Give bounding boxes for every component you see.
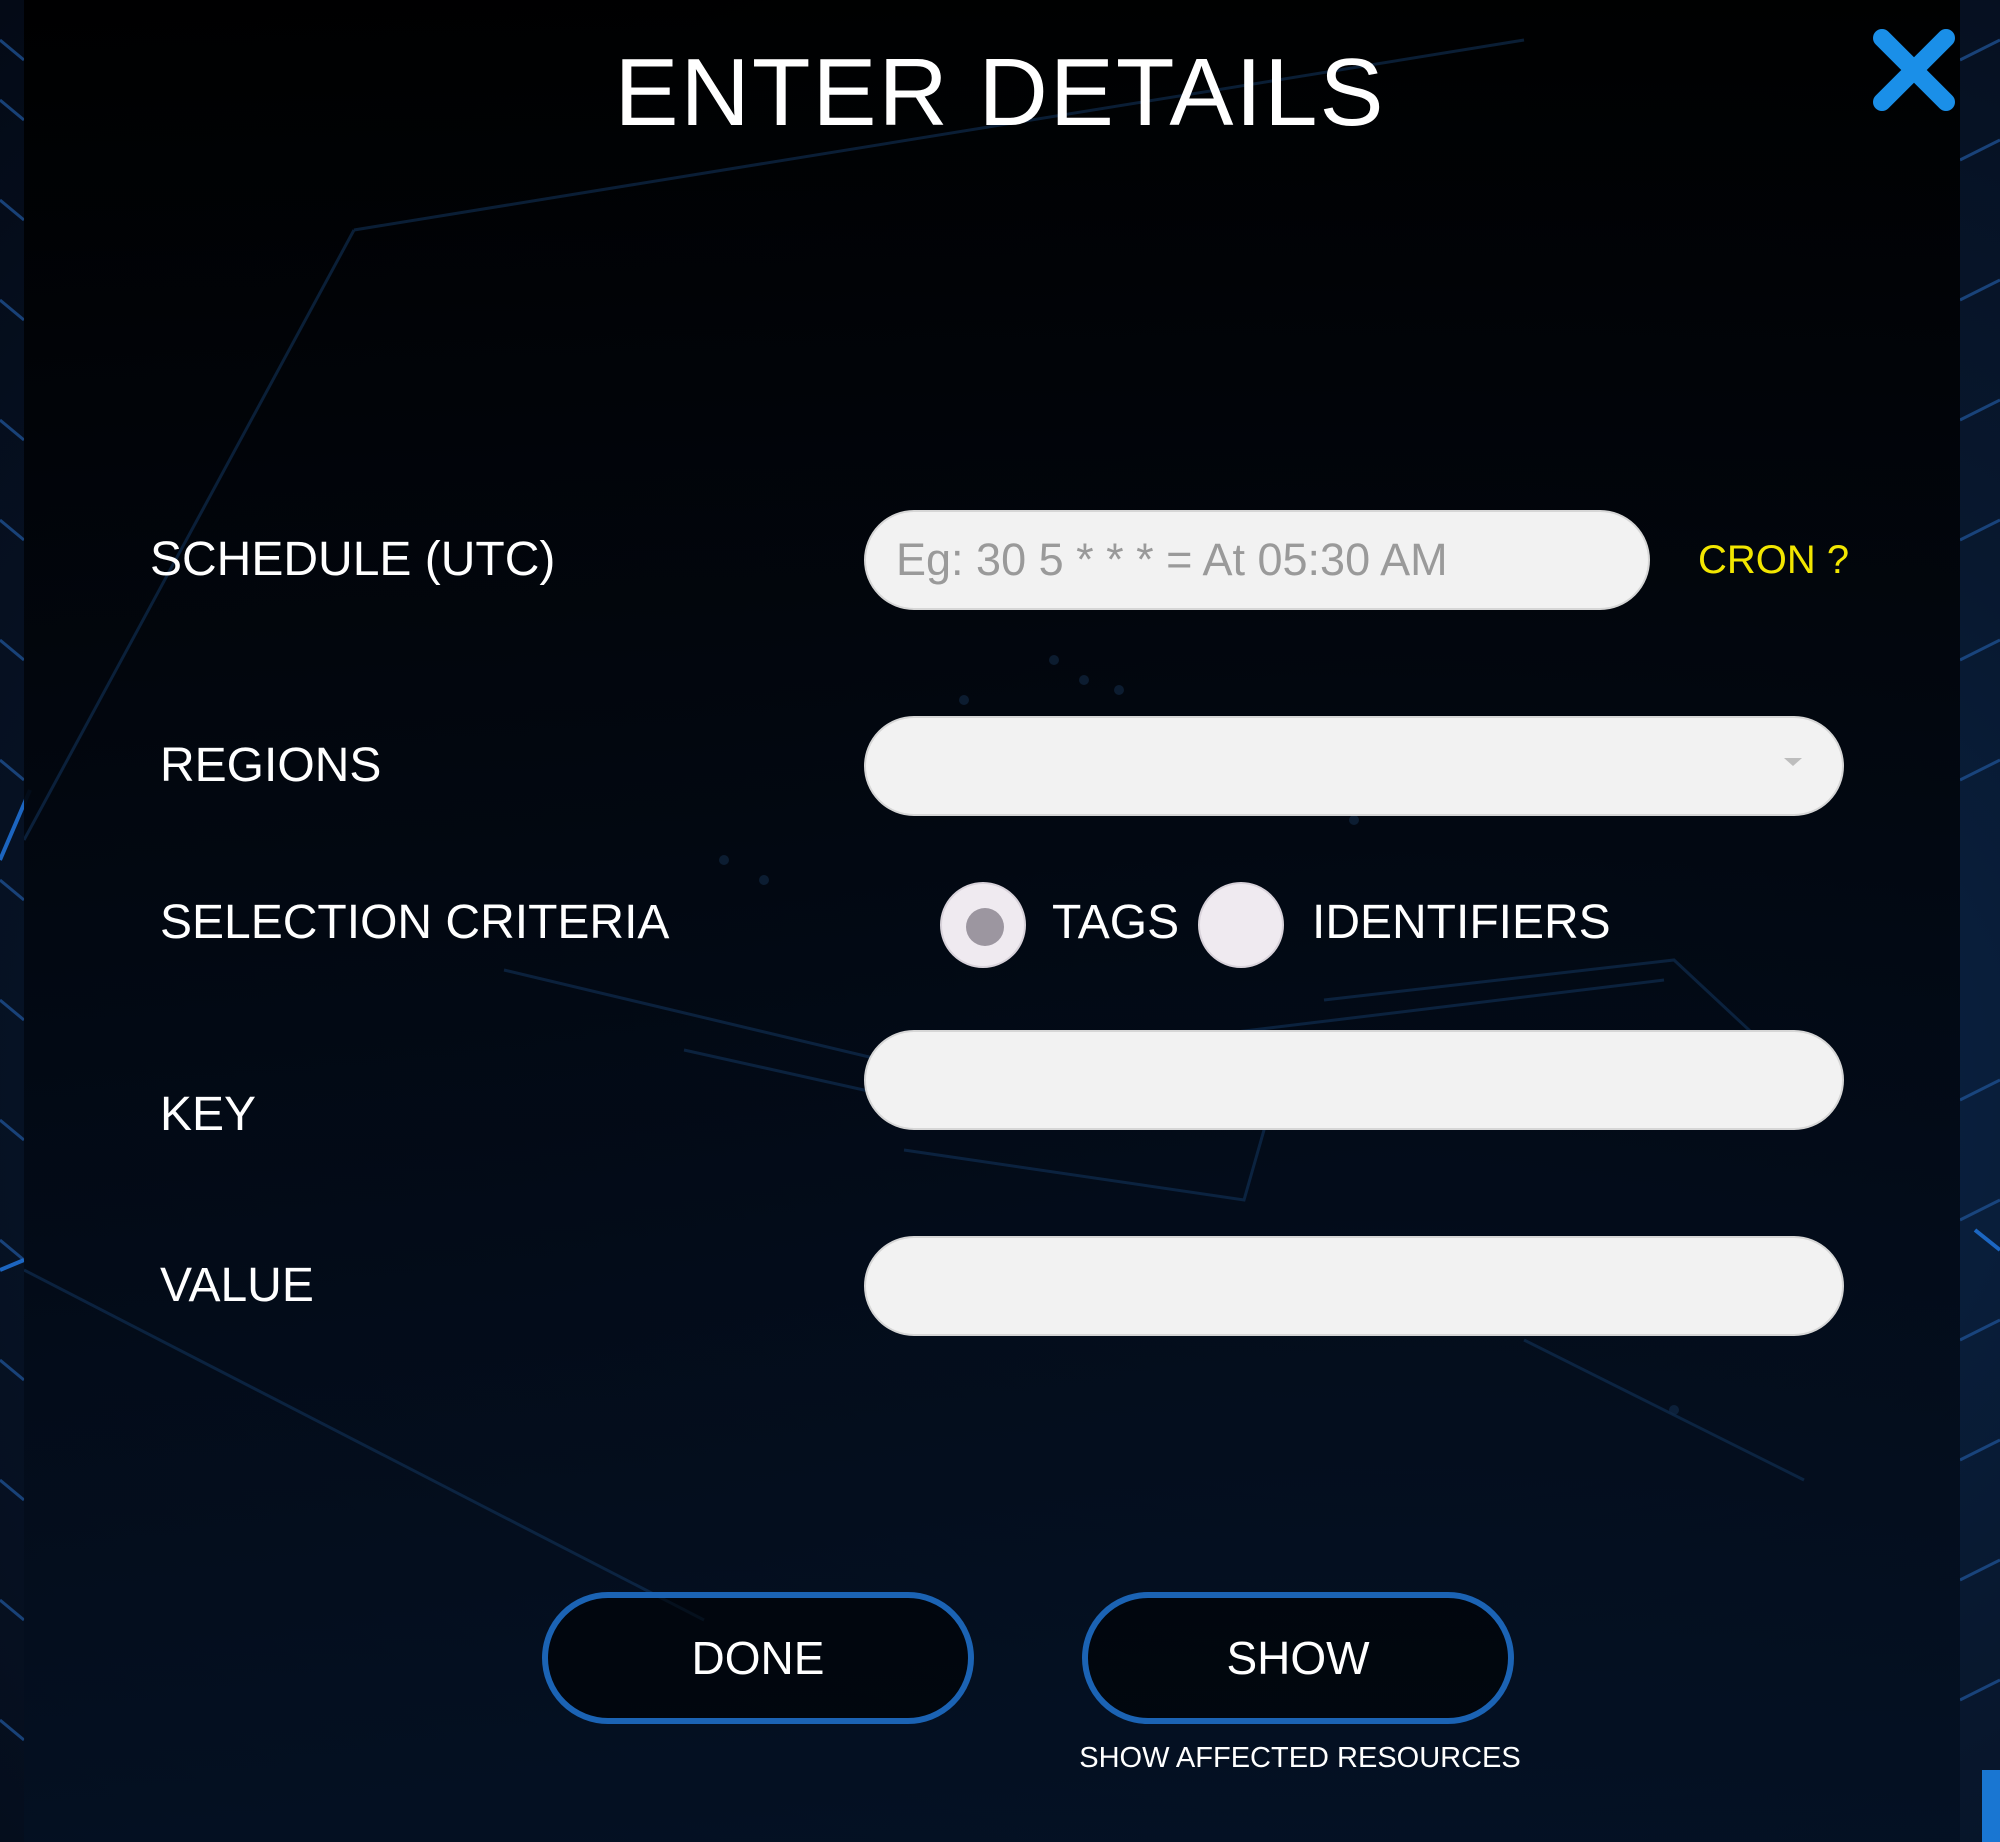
regions-dropdown[interactable] — [864, 716, 1844, 816]
regions-label: REGIONS — [160, 739, 382, 792]
radio-tags[interactable] — [940, 882, 1026, 968]
value-label: VALUE — [160, 1259, 314, 1312]
chevron-down-icon — [1784, 758, 1802, 766]
edge-accent — [1982, 1770, 2000, 1842]
key-input[interactable] — [866, 1032, 1842, 1128]
radio-tags-label[interactable]: TAGS — [1052, 895, 1179, 950]
cron-help-link[interactable]: CRON ? — [1698, 538, 1849, 583]
key-field-container — [864, 1030, 1844, 1130]
done-button[interactable]: DONE — [542, 1592, 974, 1724]
value-input[interactable] — [866, 1238, 1842, 1334]
show-affected-resources-hint: SHOW AFFECTED RESOURCES — [1079, 1742, 1521, 1774]
close-button[interactable] — [1870, 28, 1958, 116]
dialog-title: ENTER DETAILS — [614, 39, 1386, 146]
value-field-container — [864, 1236, 1844, 1336]
radio-identifiers[interactable] — [1198, 882, 1284, 968]
schedule-label: SCHEDULE (UTC) — [150, 533, 556, 586]
app-stage: ENTER DETAILS SCHEDULE (UTC) CRON ? REGI… — [0, 0, 2000, 1842]
radio-selected-dot — [966, 908, 1004, 946]
done-button-label: DONE — [691, 1632, 825, 1684]
close-icon — [1873, 29, 1955, 111]
schedule-input[interactable] — [866, 512, 1648, 608]
radio-identifiers-label[interactable]: IDENTIFIERS — [1312, 895, 1611, 950]
show-button[interactable]: SHOW — [1082, 1592, 1514, 1724]
schedule-field-container — [864, 510, 1650, 610]
show-button-label: SHOW — [1226, 1632, 1370, 1684]
selection-criteria-label: SELECTION CRITERIA — [160, 896, 670, 949]
key-label: KEY — [160, 1088, 257, 1141]
